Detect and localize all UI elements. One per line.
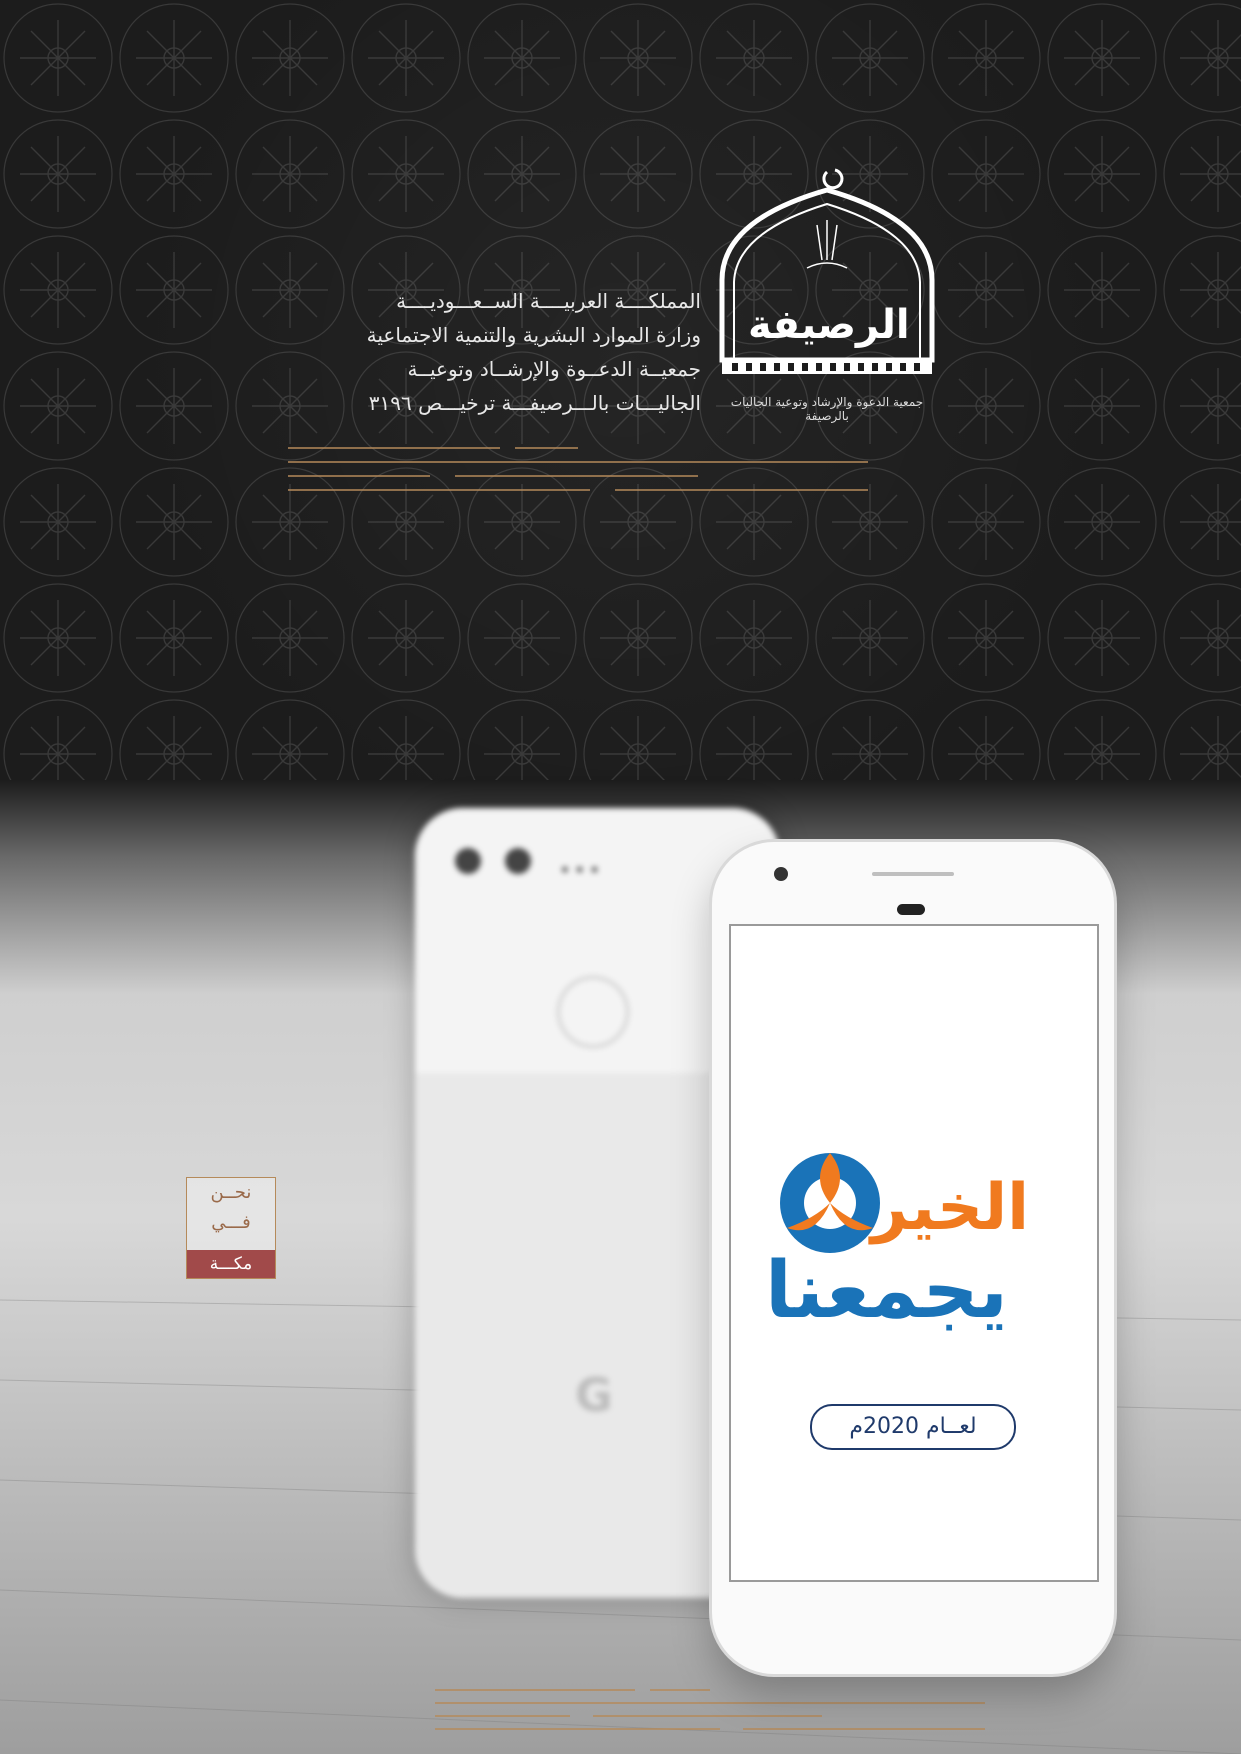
tag-line-1: نحــن bbox=[210, 1182, 252, 1203]
brand-emblem-icon bbox=[780, 1153, 880, 1253]
header-line-3: جمعيــة الدعــوة والإرشــاد وتوعيــة bbox=[407, 357, 701, 381]
phone-front: الخير يجمعنا لعــام 2020م bbox=[712, 842, 1114, 1674]
brand-title-line-1: الخير bbox=[871, 1171, 1030, 1245]
fingerprint-sensor-icon bbox=[557, 976, 629, 1048]
sensor-slot bbox=[897, 904, 925, 915]
header-line-1: المملكــــة العربيــــة الســعـــوديــــ… bbox=[396, 289, 701, 313]
organization-header: المملكــــة العربيــــة الســعـــوديــــ… bbox=[281, 284, 701, 420]
header-line-4: الجاليـــات بالـــرصيفـــة ترخيـــص ٣١٩٦ bbox=[368, 391, 701, 415]
logo-subtitle: جمعية الدعوة والإرشاد وتوعية الجاليات با… bbox=[730, 395, 924, 423]
google-logo-icon: G bbox=[575, 1368, 613, 1422]
front-camera-icon bbox=[774, 867, 788, 881]
year-badge: لعــام 2020م bbox=[810, 1404, 1016, 1450]
tag-line-3: مكـــة bbox=[187, 1250, 275, 1278]
book-icon bbox=[806, 220, 848, 269]
header-background bbox=[0, 0, 1241, 900]
location-tag: نحــن فـــي مكـــة bbox=[186, 1177, 276, 1279]
al-rusaifa-logo bbox=[719, 168, 935, 374]
phone-screen: الخير يجمعنا لعــام 2020م bbox=[729, 924, 1099, 1582]
header-line-2: وزارة الموارد البشرية والتنمية الاجتماعي… bbox=[366, 323, 701, 347]
logo-wordmark: الرصيفة bbox=[748, 302, 910, 348]
flash-icon bbox=[505, 848, 531, 874]
brand-title-line-2: يجمعنا bbox=[765, 1246, 1008, 1336]
crescent-icon bbox=[822, 168, 844, 190]
ornament-pattern bbox=[0, 0, 1241, 900]
speaker-grille bbox=[872, 872, 954, 876]
tag-line-2: فـــي bbox=[211, 1212, 251, 1233]
camera-icon bbox=[455, 848, 481, 874]
